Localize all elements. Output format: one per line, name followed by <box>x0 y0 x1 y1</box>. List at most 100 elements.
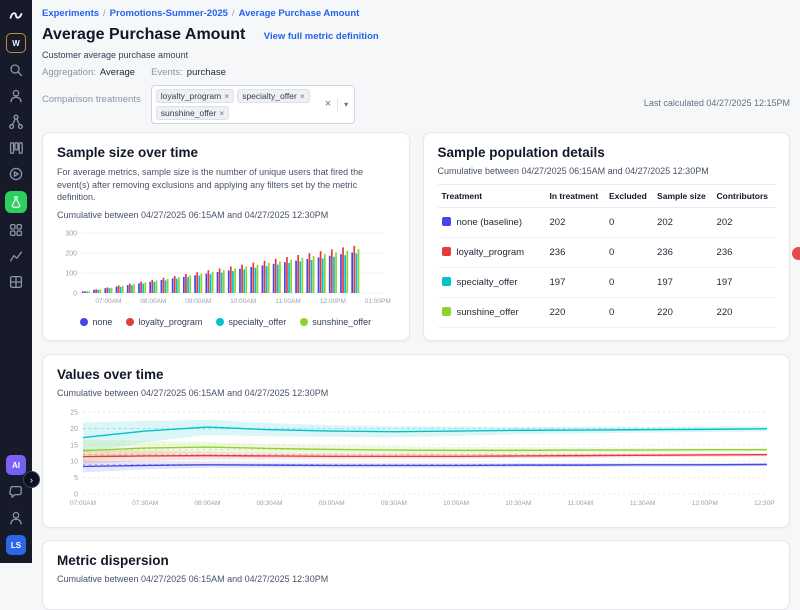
population-table-head-row: TreatmentIn treatmentExcludedSample size… <box>438 185 776 208</box>
table-cell: 0 <box>605 208 653 238</box>
treatment-chip[interactable]: loyalty_program× <box>156 89 234 103</box>
column-header: In treatment <box>546 185 605 208</box>
page-header: Experiments/Promotions-Summer-2025/Avera… <box>32 0 800 126</box>
account-icon[interactable] <box>7 509 25 527</box>
main-content: Experiments/Promotions-Summer-2025/Avera… <box>32 0 800 563</box>
remove-chip-icon[interactable]: × <box>219 108 224 118</box>
legend-dot <box>80 318 88 326</box>
comparison-treatments-select[interactable]: loyalty_program×specialty_offer× sunshine… <box>151 85 355 124</box>
legend-item: specialty_offer <box>216 317 286 327</box>
chat-icon[interactable] <box>7 483 25 501</box>
comparison-chips: loyalty_program×specialty_offer× sunshine… <box>156 89 318 120</box>
svg-text:12:00PM: 12:00PM <box>320 298 346 305</box>
svg-text:200: 200 <box>65 250 77 257</box>
legend-item: sunshine_offer <box>300 317 371 327</box>
sample-size-cumulative: Cumulative between 04/27/2025 06:15AM an… <box>57 210 395 220</box>
column-header: Treatment <box>438 185 546 208</box>
comparison-treatments-label: Comparison treatments <box>42 94 141 105</box>
remove-chip-icon[interactable]: × <box>224 91 229 101</box>
sample-size-chart: 010020030007:00AM08:00AM09:00AM10:00AM11… <box>57 228 393 308</box>
edge-notification-dot[interactable] <box>792 247 800 260</box>
breadcrumb-separator: / <box>232 8 235 19</box>
svg-text:11:30AM: 11:30AM <box>630 500 656 507</box>
legend-item: loyalty_program <box>126 317 202 327</box>
table-cell: 236 <box>653 238 712 268</box>
svg-text:11:00AM: 11:00AM <box>275 298 301 305</box>
dispersion-cumulative: Cumulative between 04/27/2025 06:15AM an… <box>57 574 775 584</box>
ls-badge[interactable]: LS <box>6 535 26 555</box>
values-title: Values over time <box>57 367 775 382</box>
treatment-chip[interactable]: sunshine_offer× <box>156 106 230 120</box>
apps-icon[interactable] <box>7 221 25 239</box>
metric-subtitle: Customer average purchase amount <box>42 50 790 60</box>
svg-text:07:00AM: 07:00AM <box>95 298 121 305</box>
treatment-name: loyalty_program <box>457 247 525 258</box>
dashboards-icon[interactable] <box>7 273 25 291</box>
table-cell: 220 <box>653 298 712 328</box>
treatment-color-swatch <box>442 277 451 286</box>
sample-size-description: For average metrics, sample size is the … <box>57 166 395 204</box>
legend-dot <box>300 318 308 326</box>
treatment-chip[interactable]: specialty_offer× <box>237 89 310 103</box>
svg-text:10: 10 <box>70 459 78 466</box>
metrics-icon[interactable] <box>7 247 25 265</box>
svg-text:11:00AM: 11:00AM <box>568 500 594 507</box>
svg-text:0: 0 <box>74 492 78 499</box>
sample-size-title: Sample size over time <box>57 145 395 160</box>
treatment-color-swatch <box>442 307 451 316</box>
legend-dot <box>216 318 224 326</box>
treatment-color-swatch <box>442 247 451 256</box>
table-row: loyalty_program2360236236 <box>438 238 776 268</box>
last-calculated: Last calculated 04/27/2025 12:15PM <box>644 98 790 108</box>
svg-text:07:30AM: 07:30AM <box>132 500 158 507</box>
table-cell: 197 <box>713 268 775 298</box>
table-cell: 202 <box>653 208 712 238</box>
svg-text:09:30AM: 09:30AM <box>381 500 407 507</box>
breadcrumb-current: Average Purchase Amount <box>239 8 360 19</box>
page-title: Average Purchase Amount <box>42 26 245 44</box>
treatment-name: sunshine_offer <box>457 307 519 318</box>
remove-chip-icon[interactable]: × <box>300 91 305 101</box>
treatment-color-swatch <box>442 217 451 226</box>
svg-text:09:00AM: 09:00AM <box>185 298 211 305</box>
app-logo[interactable] <box>7 7 25 25</box>
panel-handle[interactable]: › <box>23 471 40 488</box>
legend-item: none <box>80 317 112 327</box>
sample-size-legend: none loyalty_program specialty_offer sunshi… <box>57 317 395 327</box>
table-row: none (baseline)2020202202 <box>438 208 776 238</box>
treatment-name: specialty_offer <box>457 277 518 288</box>
table-cell: 220 <box>546 298 605 328</box>
chevron-down-icon[interactable]: ▾ <box>344 100 348 109</box>
breadcrumb-experiment-name[interactable]: Promotions-Summer-2025 <box>110 8 228 19</box>
dispersion-title: Metric dispersion <box>57 553 775 568</box>
aggregation-value: Average <box>100 67 135 78</box>
table-cell: 0 <box>605 268 653 298</box>
table-cell: 197 <box>653 268 712 298</box>
table-cell: 236 <box>546 238 605 268</box>
table-cell: 220 <box>713 298 775 328</box>
ai-badge[interactable]: AI <box>6 455 26 475</box>
select-divider <box>337 98 338 112</box>
dispersion-card: Metric dispersion Cumulative between 04/… <box>42 540 790 610</box>
hierarchy-icon[interactable] <box>7 113 25 131</box>
view-metric-definition-link[interactable]: View full metric definition <box>264 31 379 42</box>
search-icon[interactable] <box>7 61 25 79</box>
svg-text:100: 100 <box>65 270 77 277</box>
svg-text:10:30AM: 10:30AM <box>505 500 531 507</box>
people-icon[interactable] <box>7 87 25 105</box>
svg-text:12:00PM: 12:00PM <box>692 500 718 507</box>
column-header: Excluded <box>605 185 653 208</box>
sample-size-card: Sample size over time For average metric… <box>42 132 410 341</box>
column-header: Contributors <box>713 185 775 208</box>
svg-text:09:00AM: 09:00AM <box>319 500 345 507</box>
clear-selection-icon[interactable]: × <box>325 99 331 110</box>
experiments-icon[interactable] <box>5 191 27 213</box>
table-row: specialty_offer1970197197 <box>438 268 776 298</box>
metric-meta-row: Aggregation:AverageEvents:purchase <box>42 67 790 78</box>
svg-text:08:00AM: 08:00AM <box>140 298 166 305</box>
values-card: Values over time Cumulative between 04/2… <box>42 354 790 528</box>
breadcrumb-experiments[interactable]: Experiments <box>42 8 99 19</box>
pulse-icon[interactable] <box>7 165 25 183</box>
workspace-badge[interactable]: W <box>6 33 26 53</box>
columns-icon[interactable] <box>7 139 25 157</box>
